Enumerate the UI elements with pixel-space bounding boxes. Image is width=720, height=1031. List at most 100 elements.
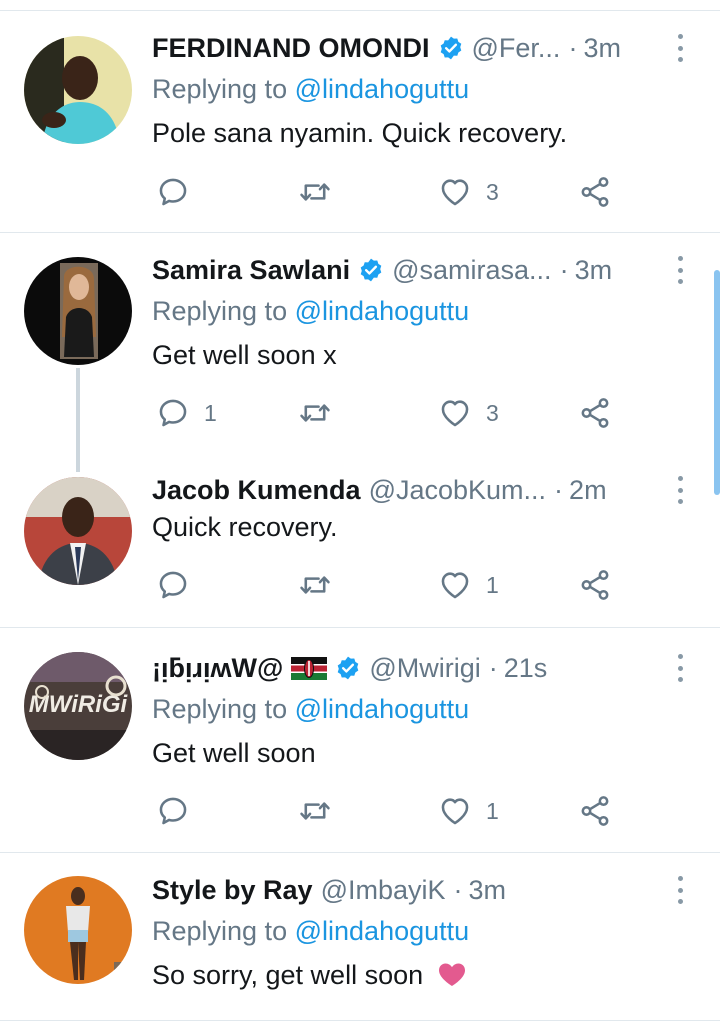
tweet-actions: 1 3 [152,393,632,433]
like-count: 3 [486,399,499,426]
separator: · [453,874,463,905]
mention-link[interactable]: @lindahoguttu [295,694,470,724]
tweet-text-content: So sorry, get well soon [152,960,424,990]
tweet-actions: 3 [152,172,632,212]
tweet-header: Jacob Kumenda @JacobKum... · 2m [152,472,660,508]
timestamp[interactable]: 3m [575,255,613,286]
kenya-flag-icon [291,655,328,681]
verified-badge-icon [335,655,361,681]
replying-to: Replying to @lindahoguttu [152,694,469,725]
share-button[interactable] [578,172,612,212]
separator: · [488,652,498,683]
tweet-text: Get well soon [152,738,316,768]
like-button[interactable]: 3 [438,393,499,433]
more-options-icon[interactable] [676,34,684,62]
replying-to-label: Replying to [152,694,288,724]
tweet-divider [0,852,720,853]
reply-button[interactable] [156,565,204,605]
share-icon [578,396,612,430]
more-options-icon[interactable] [676,476,684,504]
tweet-header: ¡ᴉƃᴉɹᴉʍW@ @Mwirigi · 21s [152,650,660,686]
handle[interactable]: @Mwirigi [369,653,480,684]
retweet-icon [298,396,332,430]
verified-badge-icon [438,35,464,61]
more-options-icon[interactable] [676,654,684,682]
handle[interactable]: @Fer... [472,33,561,64]
replying-to: Replying to @lindahoguttu [152,296,469,327]
retweet-button[interactable] [298,565,346,605]
timestamp[interactable]: 2m [569,475,607,506]
reply-icon [156,568,190,602]
avatar[interactable]: MWiRiGi [24,652,132,760]
like-button[interactable]: 1 [438,791,499,831]
mention-link[interactable]: @lindahoguttu [295,916,470,946]
like-icon [438,568,472,602]
retweet-icon [298,175,332,209]
avatar[interactable] [24,257,132,365]
share-button[interactable] [578,565,612,605]
mention-link[interactable]: @lindahoguttu [295,74,470,104]
more-options-icon[interactable] [676,876,684,904]
tweet-text: Get well soon x [152,340,337,370]
avatar[interactable] [24,477,132,585]
replying-to: Replying to @lindahoguttu [152,916,469,947]
replying-to-label: Replying to [152,296,288,326]
handle[interactable]: @ImbayiK [321,875,446,906]
reply-button[interactable]: 1 [156,393,217,433]
retweet-button[interactable] [298,791,346,831]
handle[interactable]: @samirasa... [392,255,551,286]
tweet-divider [0,232,720,233]
reply-icon [156,396,190,430]
like-icon [438,175,472,209]
reply-icon [156,175,190,209]
tweet-header: Samira Sawlani @samirasa... · 3m [152,252,660,288]
share-button[interactable] [578,393,612,433]
tweet-text: So sorry, get well soon [152,960,467,991]
display-name[interactable]: Jacob Kumenda [152,475,361,506]
tweet-divider [0,627,720,628]
like-icon [438,794,472,828]
like-count: 3 [486,178,499,205]
top-divider [0,10,720,11]
tweet-actions: 1 [152,791,632,831]
avatar[interactable] [24,876,132,984]
avatar[interactable] [24,36,132,144]
like-button[interactable]: 3 [438,172,499,212]
reply-button[interactable] [156,791,204,831]
reply-button[interactable] [156,172,204,212]
timestamp[interactable]: 21s [504,653,548,684]
display-name[interactable]: ¡ᴉƃᴉɹᴉʍW@ [152,653,283,684]
reply-icon [156,794,190,828]
like-count: 1 [486,571,499,598]
timestamp[interactable]: 3m [469,875,507,906]
tweet-text: Quick recovery. [152,512,338,542]
scrollbar[interactable] [714,270,720,495]
share-button[interactable] [578,791,612,831]
share-icon [578,794,612,828]
display-name[interactable]: Samira Sawlani [152,255,350,286]
retweet-icon [298,568,332,602]
separator: · [559,254,569,285]
display-name[interactable]: Style by Ray [152,875,313,906]
like-button[interactable]: 1 [438,565,499,605]
mention-link[interactable]: @lindahoguttu [295,296,470,326]
verified-badge-icon [358,257,384,283]
timestamp[interactable]: 3m [583,33,621,64]
replying-to-label: Replying to [152,74,288,104]
handle[interactable]: @JacobKum... [369,475,546,506]
tweet-actions: 1 [152,565,632,605]
retweet-button[interactable] [298,172,346,212]
tweet-text: Pole sana nyamin. Quick recovery. [152,118,568,148]
retweet-button[interactable] [298,393,346,433]
display-name[interactable]: FERDINAND OMONDI [152,33,430,64]
thread-line [76,368,80,472]
pink-heart-emoji [437,962,467,988]
retweet-icon [298,794,332,828]
like-count: 1 [486,797,499,824]
separator: · [568,32,578,63]
replying-to-label: Replying to [152,916,288,946]
tweet-header: FERDINAND OMONDI @Fer... · 3m [152,30,660,66]
more-options-icon[interactable] [676,256,684,284]
share-icon [578,175,612,209]
reply-count: 1 [204,399,217,426]
